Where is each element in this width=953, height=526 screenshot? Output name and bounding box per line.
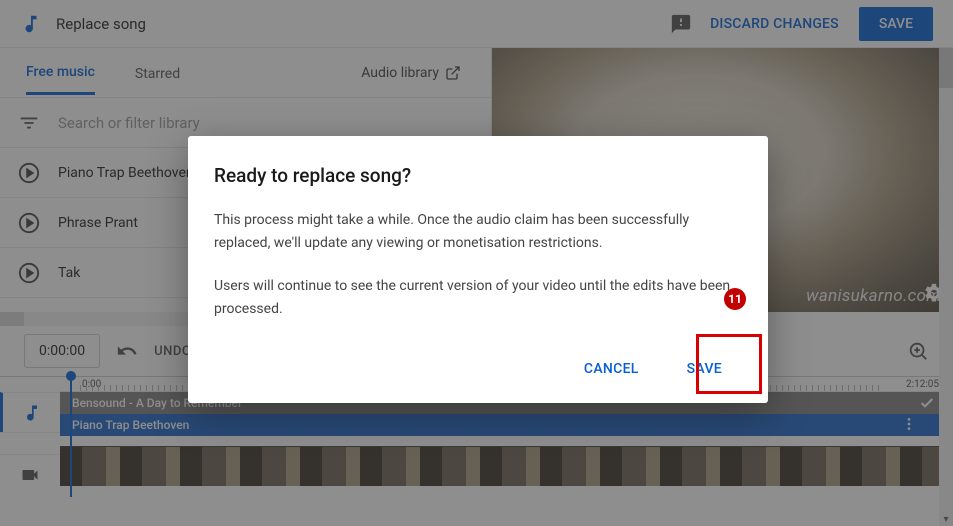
app-root: Replace song DISCARD CHANGES SAVE Free m… xyxy=(0,0,953,526)
dialog-actions: CANCEL SAVE xyxy=(214,341,742,387)
dialog-paragraph-1: This process might take a while. Once th… xyxy=(214,209,742,255)
dialog-title: Ready to replace song? xyxy=(214,164,742,187)
confirm-dialog: Ready to replace song? This process migh… xyxy=(188,136,768,403)
cancel-button[interactable]: CANCEL xyxy=(564,351,659,387)
annotation-step-badge: 11 xyxy=(724,288,746,310)
dialog-paragraph-2: Users will continue to see the current v… xyxy=(214,275,742,321)
dialog-save-button[interactable]: SAVE xyxy=(667,351,742,387)
